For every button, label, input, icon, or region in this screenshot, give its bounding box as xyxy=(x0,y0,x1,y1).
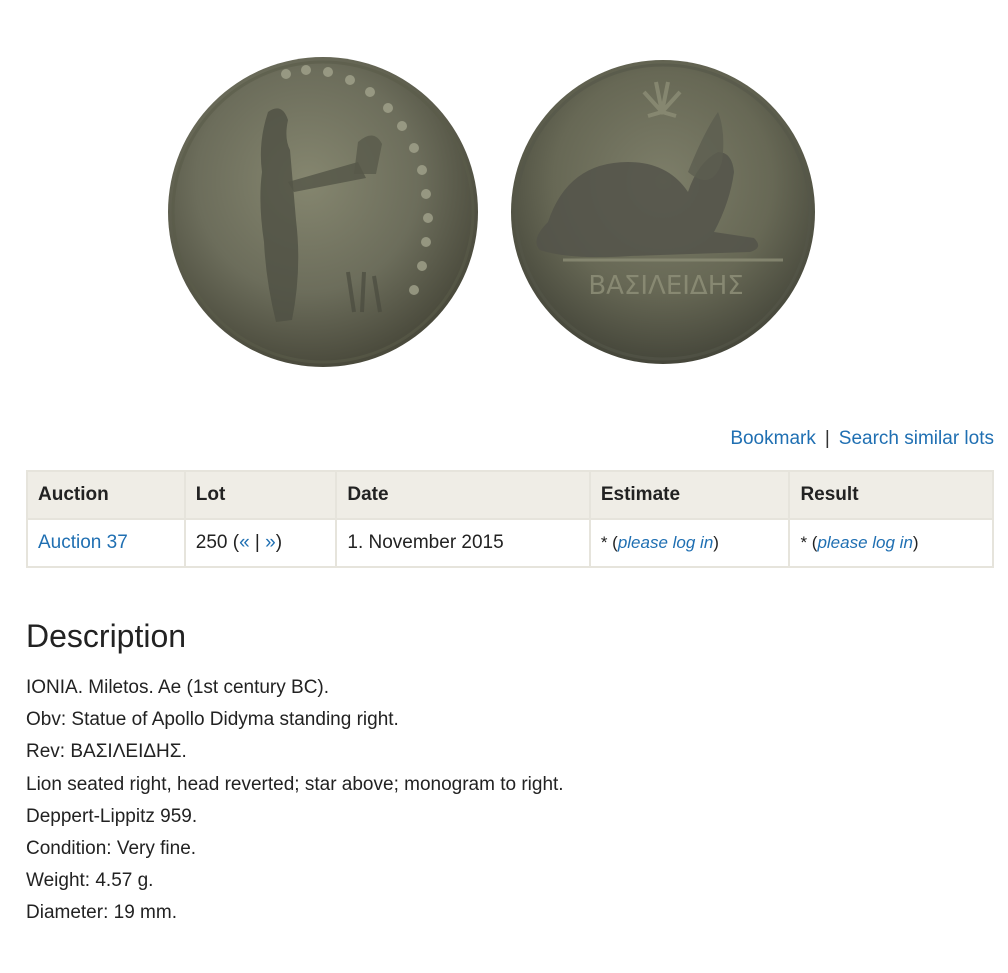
table-row: Auction 37 250 (« | ») 1. November 2015 … xyxy=(26,518,994,568)
cell-estimate: * (please log in) xyxy=(588,518,791,568)
reverse-inscription: ΒΑΣΙΛΕΙΔΗΣ xyxy=(588,271,743,301)
result-prefix: * ( xyxy=(800,533,818,552)
lot-close-paren: ) xyxy=(275,532,283,553)
table-header-row: Auction Lot Date Estimate Result xyxy=(26,470,994,520)
bookmark-link[interactable]: Bookmark xyxy=(730,428,816,449)
description-line: Lion seated right, head reverted; star a… xyxy=(26,773,564,795)
auction-link[interactable]: Auction 37 xyxy=(38,532,128,553)
header-lot: Lot xyxy=(183,470,338,520)
cell-date: 1. November 2015 xyxy=(335,518,591,568)
cell-result: * (please log in) xyxy=(788,518,994,568)
description-line: Deppert-Lippitz 959. xyxy=(26,805,198,827)
previous-lot-link[interactable]: « xyxy=(239,532,250,553)
cell-lot: 250 (« | ») xyxy=(183,518,338,568)
cell-auction: Auction 37 xyxy=(26,518,186,568)
result-login-link[interactable]: please log in xyxy=(817,533,912,552)
description-line: Rev: ΒΑΣΙΛΕΙΔΗΣ. xyxy=(26,741,187,763)
description-line: Diameter: 19 mm. xyxy=(26,902,177,924)
description-heading: Description xyxy=(26,618,187,654)
header-auction: Auction xyxy=(26,470,186,520)
description-line: Condition: Very fine. xyxy=(26,837,197,859)
lot-number: 250 ( xyxy=(195,532,240,553)
coin-obverse xyxy=(168,57,478,367)
coin-reverse: ΒΑΣΙΛΕΙΔΗΣ xyxy=(511,60,815,364)
result-suffix: ) xyxy=(912,533,919,552)
coin-images: ΒΑΣΙΛΕΙΔΗΣ xyxy=(168,42,828,382)
description-list: IONIA. Miletos. Ae (1st century BC). Obv… xyxy=(26,675,564,933)
header-date: Date xyxy=(335,470,591,520)
header-result: Result xyxy=(788,470,994,520)
lot-info-table: Auction Lot Date Estimate Result Auction… xyxy=(26,470,994,568)
description-line: Weight: 4.57 g. xyxy=(26,870,154,892)
lot-actions: Bookmark | Search similar lots xyxy=(730,428,994,450)
lot-nav-separator: | xyxy=(249,532,266,553)
estimate-prefix: * ( xyxy=(600,533,618,552)
estimate-suffix: ) xyxy=(713,533,719,552)
description-line: IONIA. Miletos. Ae (1st century BC). xyxy=(26,677,330,698)
next-lot-link[interactable]: » xyxy=(265,532,276,553)
description-line: Obv: Statue of Apollo Didyma standing ri… xyxy=(26,709,399,731)
action-separator: | xyxy=(824,428,830,449)
coin-photo: ΒΑΣΙΛΕΙΔΗΣ xyxy=(168,57,815,367)
header-estimate: Estimate xyxy=(588,470,791,520)
estimate-login-link[interactable]: please log in xyxy=(618,533,713,552)
search-similar-lots-link[interactable]: Search similar lots xyxy=(839,428,994,449)
